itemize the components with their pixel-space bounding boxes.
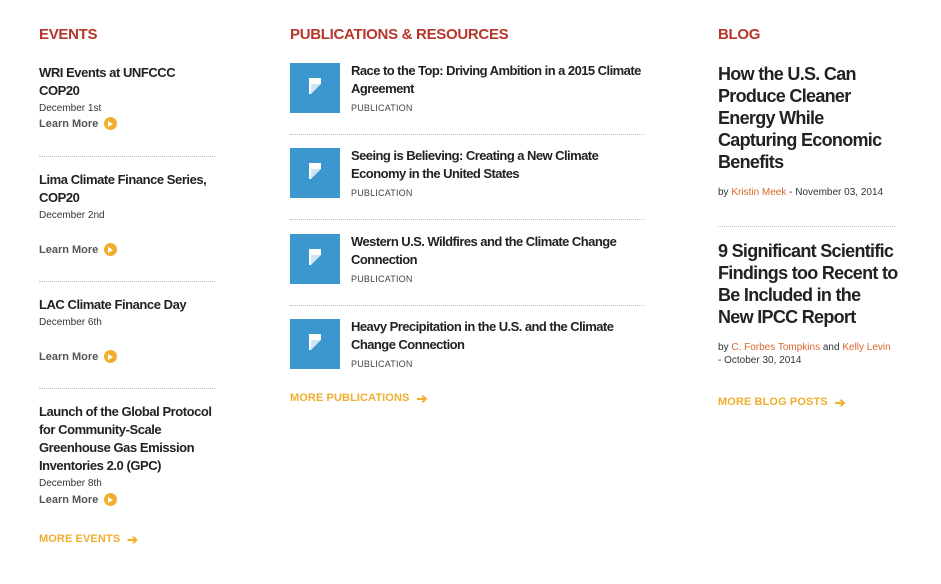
- blog-post-meta: by C. Forbes Tompkins and Kelly Levin - …: [718, 341, 895, 367]
- document-icon: [309, 78, 321, 94]
- arrow-right-icon: ➔: [834, 394, 846, 410]
- publication-type: PUBLICATION: [351, 359, 413, 369]
- publication-item: Seeing is Believing: Creating a New Clim…: [290, 148, 644, 234]
- byline-by: by: [718, 342, 729, 353]
- learn-more-label: Learn More: [39, 117, 99, 130]
- divider: [39, 156, 215, 157]
- publication-title[interactable]: Race to the Top: Driving Ambition in a 2…: [351, 62, 641, 98]
- divider: [290, 305, 644, 306]
- arrow-right-icon: ➔: [416, 390, 428, 406]
- event-date: December 1st: [39, 103, 102, 114]
- arrow-right-icon: ➔: [127, 531, 139, 547]
- document-icon: [309, 163, 321, 179]
- author-link[interactable]: C. Forbes Tompkins: [731, 342, 820, 353]
- event-date: December 8th: [39, 478, 102, 489]
- publication-thumbnail[interactable]: [290, 63, 340, 113]
- learn-more-label: Learn More: [39, 243, 99, 256]
- divider: [290, 219, 644, 220]
- event-item: LAC Climate Finance Day December 6th: [39, 296, 215, 329]
- event-title[interactable]: WRI Events at UNFCCC COP20: [39, 64, 215, 100]
- more-publications-link[interactable]: MORE PUBLICATIONS ➔: [290, 390, 428, 406]
- post-date: - October 30, 2014: [718, 355, 802, 366]
- event-date: December 2nd: [39, 210, 105, 221]
- author-link[interactable]: Kristin Meek: [731, 187, 786, 198]
- publication-type: PUBLICATION: [351, 274, 413, 284]
- learn-more-link[interactable]: Learn More: [39, 350, 118, 363]
- post-date: - November 03, 2014: [789, 187, 884, 198]
- publication-title[interactable]: Western U.S. Wildfires and the Climate C…: [351, 233, 641, 269]
- divider: [718, 226, 895, 227]
- learn-more-link[interactable]: Learn More: [39, 493, 118, 506]
- learn-more-label: Learn More: [39, 493, 99, 506]
- event-item: WRI Events at UNFCCC COP20 December 1st: [39, 64, 215, 115]
- publication-thumbnail[interactable]: [290, 234, 340, 284]
- publication-item: Race to the Top: Driving Ambition in a 2…: [290, 63, 644, 149]
- more-blog-posts-label: MORE BLOG POSTS: [718, 396, 828, 408]
- learn-more-label: Learn More: [39, 350, 99, 363]
- divider: [290, 134, 644, 135]
- byline-and: and: [822, 342, 840, 353]
- blog-post-title[interactable]: 9 Significant Scientific Findings too Re…: [718, 240, 898, 328]
- blog-post-title[interactable]: How the U.S. Can Produce Cleaner Energy …: [718, 63, 898, 173]
- publication-thumbnail[interactable]: [290, 319, 340, 369]
- event-title[interactable]: Lima Climate Finance Series, COP20: [39, 171, 215, 207]
- divider: [39, 281, 215, 282]
- circle-arrow-icon: [104, 117, 118, 130]
- publications-heading: PUBLICATIONS & RESOURCES: [290, 26, 509, 43]
- publication-type: PUBLICATION: [351, 103, 413, 113]
- document-icon: [309, 334, 321, 350]
- more-blog-posts-link[interactable]: MORE BLOG POSTS ➔: [718, 394, 846, 410]
- learn-more-link[interactable]: Learn More: [39, 243, 118, 256]
- blog-post-meta: by Kristin Meek - November 03, 2014: [718, 186, 895, 199]
- more-publications-label: MORE PUBLICATIONS: [290, 392, 410, 404]
- publication-item: Western U.S. Wildfires and the Climate C…: [290, 234, 644, 320]
- event-title[interactable]: LAC Climate Finance Day: [39, 296, 215, 314]
- author-link[interactable]: Kelly Levin: [842, 342, 890, 353]
- divider: [39, 388, 215, 389]
- blog-heading: BLOG: [718, 26, 761, 43]
- circle-arrow-icon: [104, 350, 118, 363]
- event-date: December 6th: [39, 317, 102, 328]
- event-item: Launch of the Global Protocol for Commun…: [39, 403, 215, 490]
- circle-arrow-icon: [104, 493, 118, 506]
- event-item: Lima Climate Finance Series, COP20 Decem…: [39, 171, 215, 222]
- publication-type: PUBLICATION: [351, 188, 413, 198]
- events-heading: EVENTS: [39, 26, 98, 43]
- circle-arrow-icon: [104, 243, 118, 256]
- publication-title[interactable]: Seeing is Believing: Creating a New Clim…: [351, 147, 641, 183]
- more-events-link[interactable]: MORE EVENTS ➔: [39, 531, 139, 547]
- more-events-label: MORE EVENTS: [39, 533, 121, 545]
- learn-more-link[interactable]: Learn More: [39, 117, 118, 130]
- document-icon: [309, 249, 321, 265]
- publication-thumbnail[interactable]: [290, 148, 340, 198]
- publication-title[interactable]: Heavy Precipitation in the U.S. and the …: [351, 318, 641, 354]
- event-title[interactable]: Launch of the Global Protocol for Commun…: [39, 403, 215, 475]
- byline-by: by: [718, 187, 729, 198]
